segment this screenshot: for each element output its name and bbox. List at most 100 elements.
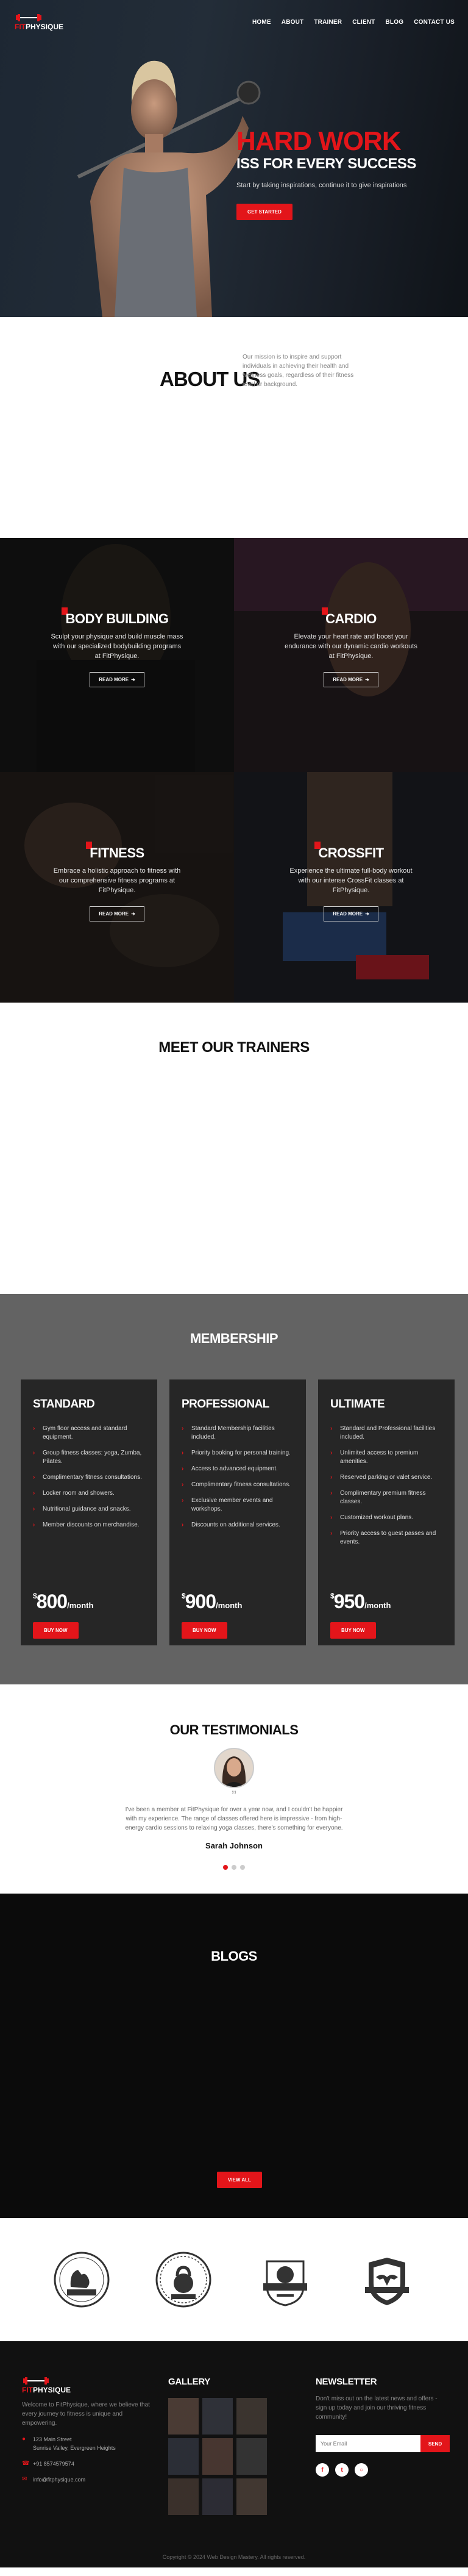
hero-title: HARD WORK xyxy=(236,126,402,156)
nav-about[interactable]: ABOUT xyxy=(282,19,304,26)
program-card-fitness: FITNESS Embrace a holistic approach to f… xyxy=(0,772,234,1003)
mail-icon: ✉ xyxy=(22,2476,27,2483)
chevron-right-icon: › xyxy=(182,1522,184,1528)
avatar xyxy=(214,1748,254,1788)
gallery-image[interactable] xyxy=(236,2398,267,2435)
nav-client[interactable]: CLIENT xyxy=(352,19,375,26)
program-title: CARDIO xyxy=(325,611,377,626)
testimonial-author: Sarah Johnson xyxy=(205,1841,263,1850)
about-section: ABOUT US Our mission is to inspire and s… xyxy=(0,317,468,538)
plan-feature: › Nutritional guidance and snacks. xyxy=(33,1506,131,1512)
map-pin-icon: ● xyxy=(22,2436,26,2442)
testimonial-text: I've been a member at FitPhysique for ov… xyxy=(125,1806,343,1831)
twitter-icon[interactable]: t xyxy=(335,2463,349,2477)
chevron-right-icon: › xyxy=(33,1425,35,1432)
arrow-right-icon: ➜ xyxy=(131,911,135,917)
logo-text: FITPHYSIQUE xyxy=(22,2386,71,2394)
carousel-dot[interactable] xyxy=(232,1865,236,1870)
program-text: Elevate your heart rate and boost your e… xyxy=(285,633,417,660)
program-title: CROSSFIT xyxy=(318,845,384,860)
footer-logo[interactable]: FITPHYSIQUE xyxy=(22,2377,150,2394)
carousel-dot-active[interactable] xyxy=(223,1865,228,1870)
chevron-right-icon: › xyxy=(33,1506,35,1512)
phone-icon: ☎ xyxy=(22,2460,30,2467)
program-content: BODY BUILDING Sculpt your physique and b… xyxy=(50,607,184,687)
facebook-icon[interactable]: f xyxy=(316,2463,329,2477)
plan-feature: › Unlimited access to premium amenities. xyxy=(330,1450,419,1465)
chevron-right-icon: › xyxy=(330,1490,333,1497)
plan-feature: › Gym floor access and standard equipment… xyxy=(33,1425,127,1440)
footer-email[interactable]: ✉ info@fitphysique.com xyxy=(22,2475,150,2484)
nav-trainer[interactable]: TRAINER xyxy=(314,19,342,26)
gallery-image[interactable] xyxy=(236,2438,267,2475)
gallery-image[interactable] xyxy=(202,2398,233,2435)
gallery-image[interactable] xyxy=(202,2478,233,2515)
trainers-section: MEET OUR TRAINERS xyxy=(0,1003,468,1294)
instagram-icon[interactable]: ○ xyxy=(355,2463,368,2477)
footer: FITPHYSIQUE Welcome to FitPhysique, wher… xyxy=(0,2341,468,2567)
program-text: Sculpt your physique and build muscle ma… xyxy=(51,633,183,660)
view-all-button[interactable]: VIEW ALL xyxy=(217,2172,262,2188)
chevron-right-icon: › xyxy=(330,1514,333,1521)
membership-heading: MEMBERSHIP xyxy=(190,1331,278,1346)
dumbbell-logo-icon xyxy=(16,13,41,21)
plan-name: ULTIMATE xyxy=(330,1398,385,1411)
carousel-dot[interactable] xyxy=(240,1865,245,1870)
hero-text: Start by taking inspirations, continue i… xyxy=(236,182,407,189)
plan-feature: › Member discounts on merchandise. xyxy=(33,1522,140,1528)
read-more-button[interactable]: READ MORE ➜ xyxy=(90,906,144,921)
footer-phone[interactable]: ☎ +91 8574579574 xyxy=(22,2460,150,2468)
program-title: BODY BUILDING xyxy=(65,611,169,626)
read-more-button[interactable]: READ MORE ➜ xyxy=(324,906,378,921)
nav-home[interactable]: HOME xyxy=(252,19,271,26)
footer-gallery-col: GALLERY xyxy=(168,2377,267,2515)
gallery-image[interactable] xyxy=(168,2478,199,2515)
plan-feature: › Complimentary fitness consultations. xyxy=(33,1474,142,1481)
chevron-right-icon: › xyxy=(330,1530,333,1537)
gallery-grid xyxy=(168,2398,267,2515)
program-title-wrap: CROSSFIT xyxy=(314,842,384,861)
chevron-right-icon: › xyxy=(330,1450,333,1456)
chevron-right-icon: › xyxy=(33,1522,35,1528)
partner-badge-flexing-arm-icon xyxy=(54,2252,109,2308)
plan-feature: › Access to advanced equipment. xyxy=(182,1465,278,1472)
trainers-heading: MEET OUR TRAINERS xyxy=(158,1039,310,1056)
arrow-right-icon: ➜ xyxy=(365,677,369,682)
newsletter-heading: NEWSLETTER xyxy=(316,2377,377,2387)
plan-name: PROFESSIONAL xyxy=(182,1398,269,1411)
program-text: Embrace a holistic approach to fitness w… xyxy=(53,867,181,894)
gallery-image[interactable] xyxy=(236,2478,267,2515)
plan-feature: › Complimentary fitness consultations. xyxy=(182,1481,291,1488)
buy-now-button[interactable]: BUY NOW xyxy=(182,1622,227,1639)
plan-feature: › Locker room and showers. xyxy=(33,1490,115,1497)
read-more-button[interactable]: READ MORE ➜ xyxy=(324,672,378,687)
plan-feature: › Reserved parking or valet service. xyxy=(330,1474,433,1481)
chevron-right-icon: › xyxy=(182,1425,184,1432)
gallery-image[interactable] xyxy=(168,2398,199,2435)
program-text: Experience the ultimate full-body workou… xyxy=(289,867,413,894)
quote-icon: ” xyxy=(232,1788,236,1805)
gallery-image[interactable] xyxy=(168,2438,199,2475)
buy-now-button[interactable]: BUY NOW xyxy=(330,1622,376,1639)
nav-blog[interactable]: BLOG xyxy=(386,19,404,26)
plan-feature: › Priority booking for personal training. xyxy=(182,1450,291,1456)
logo[interactable]: FITPHYSIQUE xyxy=(15,13,63,31)
plan-features: › Standard Membership facilities included… xyxy=(182,1425,295,1530)
chevron-right-icon: › xyxy=(330,1474,333,1481)
partners-section xyxy=(0,2218,468,2341)
plan-feature: › Customized workout plans. xyxy=(330,1514,414,1521)
hero-section: HARD WORK ISS FOR EVERY SUCCESS Start by… xyxy=(0,0,468,317)
arrow-right-icon: ➜ xyxy=(365,911,369,917)
program-card-bodybuilding: BODY BUILDING Sculpt your physique and b… xyxy=(0,538,234,772)
testimonial-avatar-image xyxy=(215,1749,253,1787)
nav-contact[interactable]: CONTACT US xyxy=(414,19,455,26)
newsletter-text: Don't miss out on the latest news and of… xyxy=(316,2395,438,2420)
gallery-image[interactable] xyxy=(202,2438,233,2475)
read-more-button[interactable]: READ MORE ➜ xyxy=(90,672,144,687)
get-started-button[interactable]: GET STARTED xyxy=(236,204,292,220)
newsletter-send-button[interactable]: SEND xyxy=(420,2435,450,2452)
newsletter-email-input[interactable] xyxy=(316,2435,420,2452)
programs-section: BODY BUILDING Sculpt your physique and b… xyxy=(0,538,468,1003)
buy-now-button[interactable]: BUY NOW xyxy=(33,1622,79,1639)
blogs-heading: BLOGS xyxy=(211,1948,257,1964)
